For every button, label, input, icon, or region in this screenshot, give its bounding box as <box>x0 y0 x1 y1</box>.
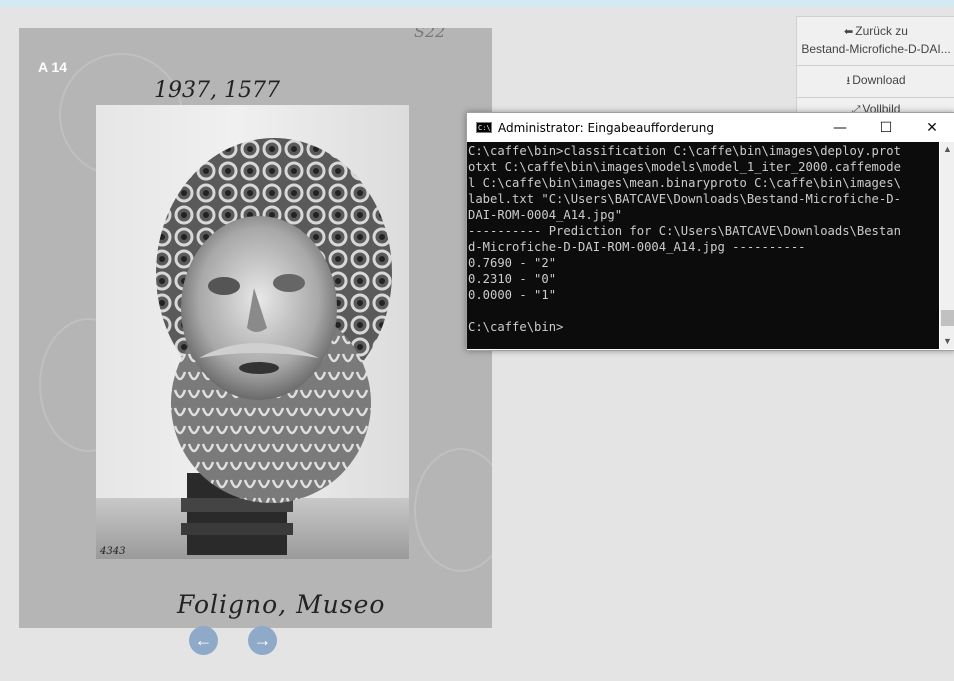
download-label: Download <box>852 73 906 87</box>
console-output[interactable]: C:\caffe\bin>classification C:\caffe\bin… <box>467 142 939 349</box>
window-title: Administrator: Eingabeaufforderung <box>498 120 714 135</box>
arrow-right-icon: → <box>253 630 272 650</box>
console-line: l C:\caffe\bin\images\mean.binaryproto C… <box>468 176 901 190</box>
console-line: DAI-ROM-0004_A14.jpg" <box>468 208 623 222</box>
console-line: otxt C:\caffe\bin\images\models\model_1_… <box>468 160 901 174</box>
close-button[interactable]: ✕ <box>909 113 954 142</box>
console-line: ---------- Prediction for C:\Users\BATCA… <box>468 224 901 238</box>
close-icon: ✕ <box>926 119 938 136</box>
photo-caption: Foligno, Museo <box>177 590 386 619</box>
maximize-button[interactable]: ☐ <box>863 113 909 142</box>
arrow-left-icon: ⬅ <box>844 26 854 38</box>
corner-mark: S22 <box>414 28 446 41</box>
console-line: C:\caffe\bin>classification C:\caffe\bin… <box>468 144 901 158</box>
side-panel: ⬅ Zurück zu Bestand-Microfiche-D-DAI... ⭳… <box>796 16 954 118</box>
maximize-icon: ☐ <box>879 119 893 136</box>
photo-label: A 14 <box>38 59 68 75</box>
arrow-left-icon: ← <box>194 630 213 650</box>
vertical-scrollbar[interactable]: ▲ ▼ <box>940 142 954 349</box>
scrollbar-thumb[interactable] <box>941 310 954 326</box>
previous-image-button[interactable]: ← <box>189 626 218 655</box>
sculpture-head <box>156 138 392 555</box>
photo-image: A 14 1937, 1577 S22 4343 Foligno, Museo <box>19 28 492 628</box>
command-prompt-window[interactable]: C:\ Administrator: Eingabeaufforderung —… <box>466 112 954 351</box>
console-line: 0.0000 - "1" <box>468 288 557 302</box>
console-app-icon: C:\ <box>476 122 492 133</box>
back-label-2: Bestand-Microfiche-D-DAI... <box>801 42 951 56</box>
console-line: 0.2310 - "0" <box>468 272 557 286</box>
scroll-up-icon[interactable]: ▲ <box>940 142 954 157</box>
back-button[interactable]: ⬅ Zurück zu Bestand-Microfiche-D-DAI... <box>797 17 954 66</box>
minimize-button[interactable]: — <box>817 113 863 142</box>
window-titlebar[interactable]: C:\ Administrator: Eingabeaufforderung —… <box>467 113 954 142</box>
minimize-icon: — <box>833 119 847 136</box>
console-line: C:\caffe\bin> <box>468 320 564 334</box>
scroll-down-icon[interactable]: ▼ <box>940 334 954 349</box>
next-image-button[interactable]: → <box>248 626 277 655</box>
top-bar <box>0 0 954 7</box>
console-line: 0.7690 - "2" <box>468 256 557 270</box>
console-text: C:\caffe\bin>classification C:\caffe\bin… <box>467 142 939 335</box>
back-label-1: Zurück zu <box>855 24 908 38</box>
download-button[interactable]: ⭳ Download <box>797 66 954 98</box>
handwritten-number: 1937, 1577 <box>154 78 280 103</box>
console-line: label.txt "C:\Users\BATCAVE\Downloads\Be… <box>468 192 901 206</box>
download-icon: ⭳ <box>846 75 851 87</box>
console-line: d-Microfiche-D-DAI-ROM-0004_A14.jpg ----… <box>468 240 806 254</box>
plate-number: 4343 <box>100 546 126 557</box>
